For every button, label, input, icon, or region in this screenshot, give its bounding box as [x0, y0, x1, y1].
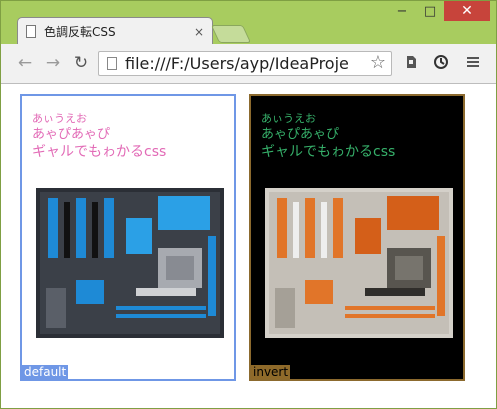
tab-active[interactable]: 色調反転CSS × — [17, 17, 213, 45]
reload-icon[interactable]: ↻ — [71, 53, 91, 73]
default-panel: あぃうえお あゃぴあゃぴ ギャルでもゎかるcss default — [20, 94, 236, 381]
minimize-button[interactable]: − — [388, 1, 416, 21]
evernote-icon[interactable] — [401, 54, 421, 74]
maximize-button[interactable]: □ — [416, 1, 444, 21]
new-tab-button[interactable] — [210, 25, 252, 43]
page-icon — [107, 57, 117, 70]
address-bar[interactable]: file:///F:/Users/ayp/IdeaProje ☆ — [98, 51, 392, 76]
browser-toolbar: ← → ↻ file:///F:/Users/ayp/IdeaProje ☆ — [1, 44, 496, 84]
text-line: あゃぴあゃぴ — [261, 127, 340, 142]
title-bar: − □ ✕ 色調反転CSS × — [1, 1, 496, 45]
forward-icon[interactable]: → — [43, 53, 63, 73]
url-text: file:///F:/Users/ayp/IdeaProje — [125, 54, 349, 73]
tab-title: 色調反転CSS — [44, 25, 116, 39]
window-controls: − □ ✕ — [388, 1, 490, 23]
text-line: あぃうえお — [32, 112, 87, 125]
text-line: ギャルでもゎかるcss — [32, 144, 167, 160]
motherboard-image — [36, 188, 224, 338]
menu-icon[interactable] — [463, 54, 483, 74]
document-icon — [26, 25, 36, 38]
close-window-button[interactable]: ✕ — [444, 1, 490, 21]
sample-text: あぃうえお あゃぴあゃぴ ギャルでもゎかるcss — [261, 112, 395, 162]
sample-text: あぃうえお あゃぴあゃぴ ギャルでもゎかるcss — [32, 112, 166, 162]
panel-label: invert — [251, 365, 291, 379]
invert-panel: あぃうえお あゃぴあゃぴ ギャルでもゎかるcss invert — [249, 94, 465, 381]
tab-close-icon[interactable]: × — [194, 25, 204, 39]
text-line: あゃぴあゃぴ — [32, 127, 111, 142]
panel-label: default — [22, 365, 69, 379]
text-line: あぃうえお — [261, 112, 316, 125]
motherboard-image-inverted — [265, 188, 453, 338]
bookmark-star-icon[interactable]: ☆ — [367, 52, 389, 73]
browser-window: − □ ✕ 色調反転CSS × ← → ↻ file:///F:/Users/a… — [0, 0, 497, 409]
page-content: あぃうえお あゃぴあゃぴ ギャルでもゎかるcss default あぃうえお あ… — [1, 84, 496, 408]
back-icon[interactable]: ← — [15, 53, 35, 73]
sync-extension-icon[interactable] — [431, 54, 451, 74]
text-line: ギャルでもゎかるcss — [261, 144, 396, 160]
